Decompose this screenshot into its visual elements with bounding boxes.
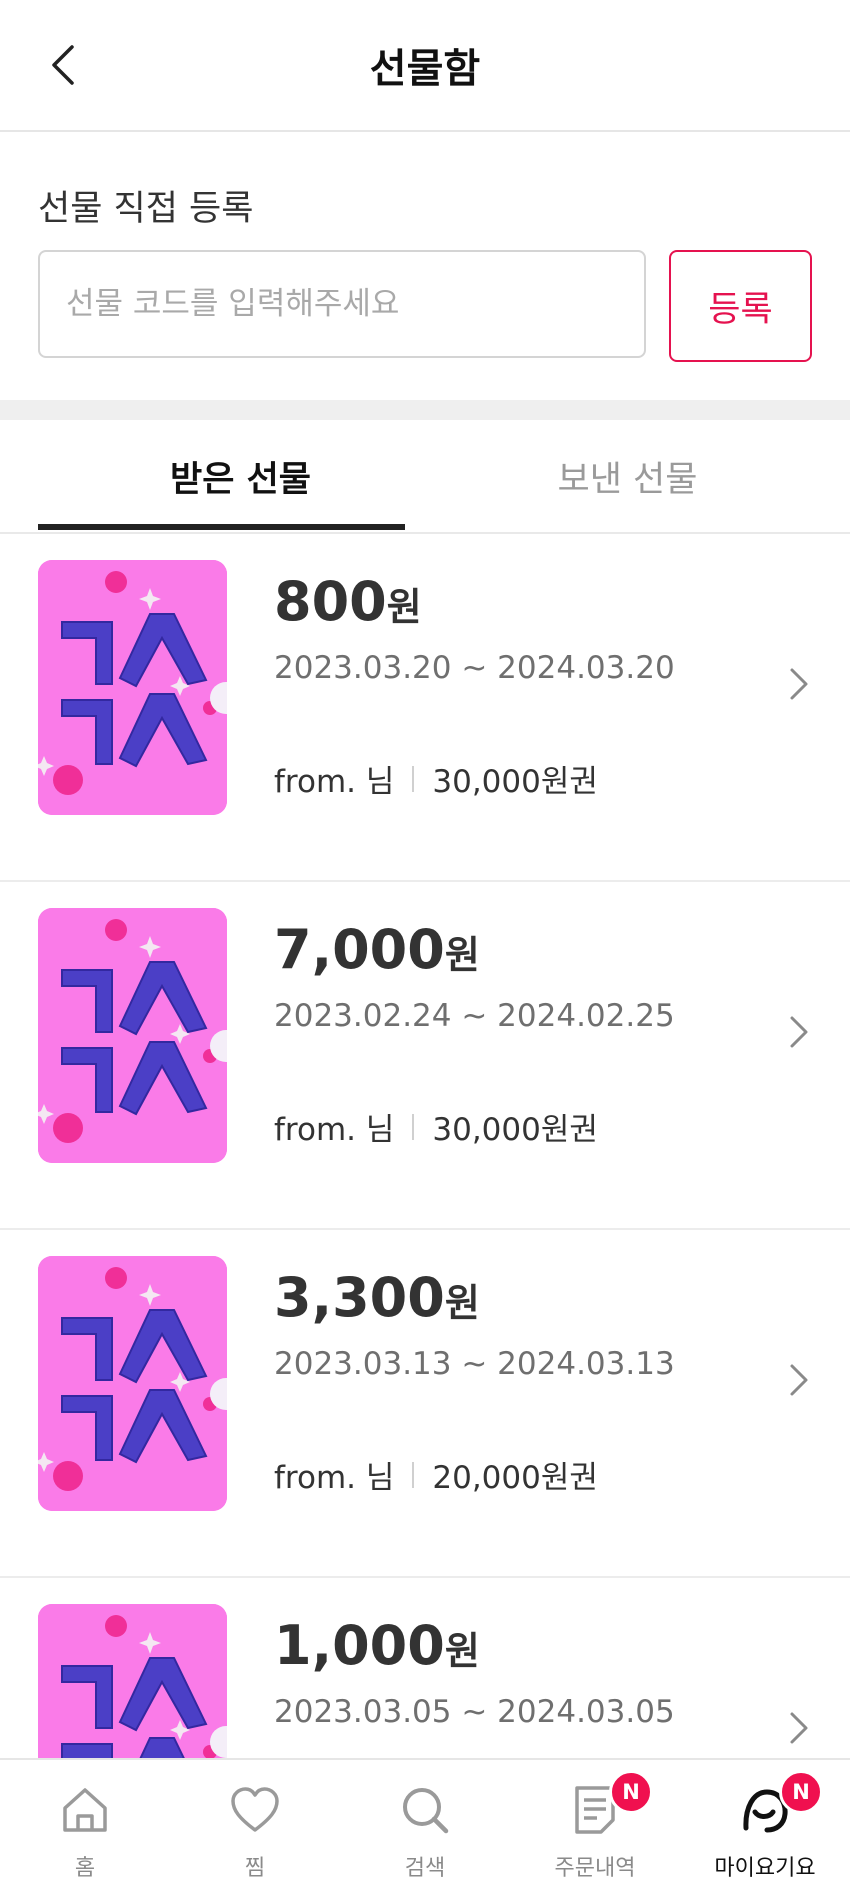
header: 선물함 bbox=[0, 0, 850, 132]
nav-search-label: 검색 bbox=[404, 1856, 446, 1881]
register-button[interactable]: 등록 bbox=[669, 250, 812, 362]
gift-sender: from. 님 bbox=[274, 1112, 395, 1148]
gift-meta: from. 님 20,000원권 bbox=[274, 1452, 598, 1497]
gift-amount-unit: 원 bbox=[444, 1281, 480, 1325]
order-history-badge: N bbox=[609, 1770, 653, 1814]
gift-amount-value: 3,300 bbox=[274, 1266, 445, 1329]
gift-code-input[interactable] bbox=[38, 250, 646, 358]
gift-card-image bbox=[38, 560, 227, 815]
nav-order-history[interactable]: N 주문내역 bbox=[510, 1760, 680, 1892]
section-divider bbox=[0, 400, 850, 420]
nav-favorites-label: 찜 bbox=[244, 1856, 266, 1881]
gift-card-image bbox=[38, 1256, 227, 1511]
gift-valid-period: 2023.03.20 ~ 2024.03.20 bbox=[274, 650, 675, 686]
gift-amount-unit: 원 bbox=[444, 933, 480, 977]
gift-register-section: 선물 직접 등록 등록 bbox=[0, 132, 850, 400]
gift-tabs: 받은 선물 보낸 선물 bbox=[0, 420, 850, 534]
page-title: 선물함 bbox=[369, 46, 481, 92]
gift-card-art-icon bbox=[38, 1604, 227, 1758]
gift-voucher-value: 30,000원권 bbox=[432, 1112, 598, 1148]
bottom-nav: 홈 찜 검색 N 주문내역 N 마이요기요 bbox=[0, 1758, 850, 1892]
chevron-right-icon bbox=[790, 668, 808, 700]
gift-sender: from. 님 bbox=[274, 764, 395, 800]
nav-order-history-label: 주문내역 bbox=[554, 1856, 636, 1881]
gift-list-item[interactable]: 800원 2023.03.20 ~ 2024.03.20 from. 님 30,… bbox=[0, 534, 850, 882]
tab-received-gifts[interactable]: 받은 선물 bbox=[38, 420, 443, 532]
home-icon bbox=[63, 1788, 107, 1832]
nav-my-yogiyo[interactable]: N 마이요기요 bbox=[680, 1760, 850, 1892]
gift-amount: 3,300원 bbox=[274, 1266, 480, 1329]
gift-card-art-icon bbox=[38, 908, 227, 1163]
meta-separator bbox=[412, 1461, 415, 1488]
gift-amount: 800원 bbox=[274, 570, 422, 633]
gift-sender: from. 님 bbox=[274, 1460, 395, 1496]
gift-card-art-icon bbox=[38, 1256, 227, 1511]
gift-voucher-value: 20,000원권 bbox=[432, 1460, 598, 1496]
nav-favorites[interactable]: 찜 bbox=[170, 1760, 340, 1892]
nav-search[interactable]: 검색 bbox=[340, 1760, 510, 1892]
gift-card-image bbox=[38, 908, 227, 1163]
gift-amount-value: 800 bbox=[274, 570, 387, 633]
tab-sent-gifts[interactable]: 보낸 선물 bbox=[425, 420, 830, 532]
gift-card-image bbox=[38, 1604, 227, 1758]
gift-valid-period: 2023.03.13 ~ 2024.03.13 bbox=[274, 1346, 675, 1382]
active-tab-indicator bbox=[38, 524, 405, 530]
gift-voucher-value: 30,000원권 bbox=[432, 764, 598, 800]
gift-amount: 1,000원 bbox=[274, 1614, 480, 1677]
nav-my-yogiyo-label: 마이요기요 bbox=[714, 1856, 816, 1881]
gift-valid-period: 2023.02.24 ~ 2024.02.25 bbox=[274, 998, 675, 1034]
heart-icon bbox=[231, 1787, 279, 1832]
gift-list: 800원 2023.03.20 ~ 2024.03.20 from. 님 30,… bbox=[0, 534, 850, 1758]
my-yogiyo-badge: N bbox=[779, 1770, 823, 1814]
gift-card-art-icon bbox=[38, 560, 227, 815]
gift-list-item[interactable]: 1,000원 2023.03.05 ~ 2024.03.05 bbox=[0, 1578, 850, 1758]
chevron-right-icon bbox=[790, 1016, 808, 1048]
gift-amount-value: 1,000 bbox=[274, 1614, 445, 1677]
gift-list-item[interactable]: 7,000원 2023.02.24 ~ 2024.02.25 from. 님 3… bbox=[0, 882, 850, 1230]
gift-register-title: 선물 직접 등록 bbox=[38, 189, 254, 229]
gift-meta: from. 님 30,000원권 bbox=[274, 756, 598, 801]
gift-amount: 7,000원 bbox=[274, 918, 480, 981]
gift-amount-unit: 원 bbox=[386, 585, 422, 629]
search-icon bbox=[403, 1788, 449, 1834]
gift-amount-value: 7,000 bbox=[274, 918, 445, 981]
gift-meta: from. 님 30,000원권 bbox=[274, 1104, 598, 1149]
meta-separator bbox=[412, 765, 415, 792]
gift-amount-unit: 원 bbox=[444, 1629, 480, 1673]
nav-home[interactable]: 홈 bbox=[0, 1760, 170, 1892]
meta-separator bbox=[412, 1113, 415, 1140]
gift-list-item[interactable]: 3,300원 2023.03.13 ~ 2024.03.13 from. 님 2… bbox=[0, 1230, 850, 1578]
nav-home-label: 홈 bbox=[74, 1856, 96, 1881]
chevron-right-icon bbox=[790, 1712, 808, 1744]
gift-valid-period: 2023.03.05 ~ 2024.03.05 bbox=[274, 1694, 675, 1730]
chevron-right-icon bbox=[790, 1364, 808, 1396]
